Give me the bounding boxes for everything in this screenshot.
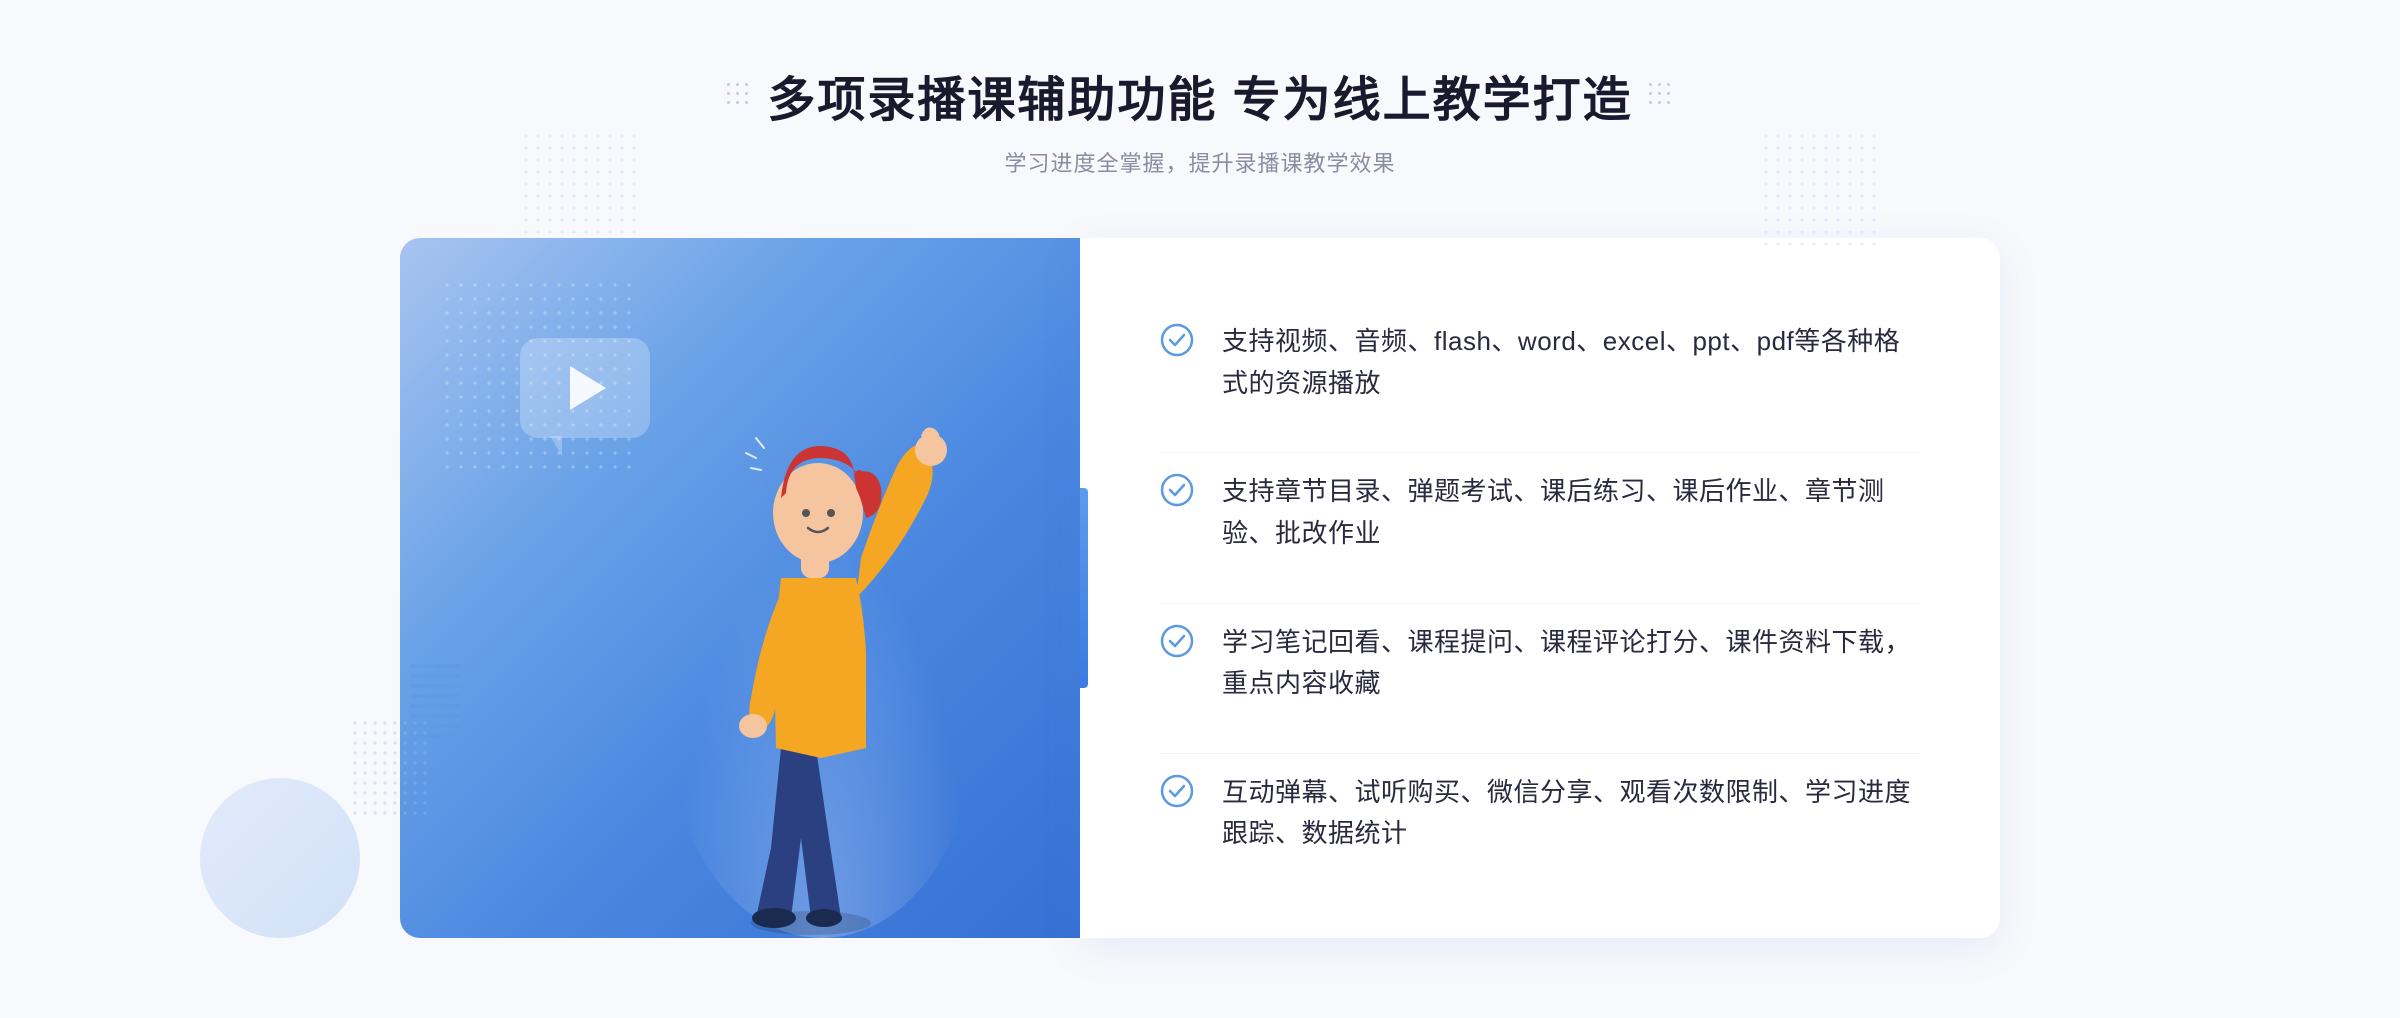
check-circle-icon bbox=[1160, 473, 1194, 507]
person-illustration bbox=[626, 358, 1006, 938]
feature-text-1: 支持视频、音频、flash、word、excel、ppt、pdf等各种格式的资源… bbox=[1222, 321, 1920, 404]
header-section: 多项录播课辅助功能 专为线上教学打造 学习进度全掌握，提升录播课教学效果 bbox=[727, 60, 1672, 178]
feature-text-3: 学习笔记回看、课程提问、课程评论打分、课件资料下载，重点内容收藏 bbox=[1222, 622, 1920, 705]
features-area: 支持视频、音频、flash、word、excel、ppt、pdf等各种格式的资源… bbox=[1080, 238, 2000, 938]
feature-item: 支持章节目录、弹题考试、课后练习、课后作业、章节测验、批改作业 bbox=[1160, 452, 1920, 572]
feature-item: 支持视频、音频、flash、word、excel、ppt、pdf等各种格式的资源… bbox=[1160, 303, 1920, 422]
play-icon bbox=[570, 366, 606, 410]
feature-item: 互动弹幕、试听购买、微信分享、观看次数限制、学习进度跟踪、数据统计 bbox=[1160, 753, 1920, 873]
feature-text-2: 支持章节目录、弹题考试、课后练习、课后作业、章节测验、批改作业 bbox=[1222, 471, 1920, 554]
check-circle-icon bbox=[1160, 323, 1194, 357]
check-circle-icon bbox=[1160, 624, 1194, 658]
left-title-decoration bbox=[727, 83, 751, 107]
page-container: 《 多项录播课辅助功能 专为线上教学打造 学习进度全 bbox=[0, 0, 2400, 1018]
main-title: 多项录播课辅助功能 专为线上教学打造 bbox=[767, 60, 1632, 130]
illustration-area bbox=[400, 238, 1080, 938]
right-title-decoration bbox=[1649, 83, 1673, 107]
content-section: 支持视频、音频、flash、word、excel、ppt、pdf等各种格式的资源… bbox=[400, 238, 2000, 938]
features-tab-accent bbox=[1080, 488, 1088, 688]
deco-dots-bottom bbox=[350, 718, 430, 818]
feature-text-4: 互动弹幕、试听购买、微信分享、观看次数限制、学习进度跟踪、数据统计 bbox=[1222, 772, 1920, 855]
title-row: 多项录播课辅助功能 专为线上教学打造 bbox=[727, 60, 1672, 130]
feature-item: 学习笔记回看、课程提问、课程评论打分、课件资料下载，重点内容收藏 bbox=[1160, 603, 1920, 723]
deco-circle-large bbox=[200, 778, 360, 938]
sub-title: 学习进度全掌握，提升录播课教学效果 bbox=[727, 146, 1672, 178]
check-circle-icon bbox=[1160, 774, 1194, 808]
